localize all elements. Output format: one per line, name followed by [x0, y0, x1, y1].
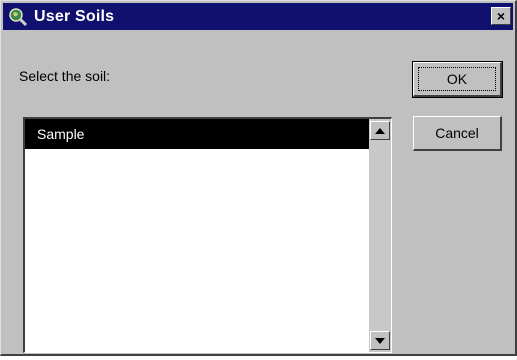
close-icon: × [496, 8, 506, 24]
title-bar[interactable]: User Soils × [3, 3, 513, 30]
arrow-up-icon [375, 127, 385, 134]
list-item[interactable]: Sample [25, 119, 369, 149]
globe-magnifier-icon [8, 7, 28, 27]
vertical-scrollbar[interactable] [369, 119, 391, 352]
focus-rect [418, 67, 496, 91]
soil-listbox[interactable]: Sample [23, 117, 392, 353]
soil-prompt-label: Select the soil: [19, 68, 111, 84]
scroll-down-button[interactable] [370, 331, 390, 350]
cancel-button[interactable]: Cancel [413, 116, 502, 151]
scroll-up-button[interactable] [370, 121, 390, 140]
window-title: User Soils [34, 7, 115, 25]
arrow-down-icon [375, 337, 385, 344]
close-button[interactable]: × [491, 7, 511, 25]
soil-list-items: Sample [25, 119, 369, 352]
user-soils-dialog: User Soils × Select the soil: Sample OK [0, 0, 517, 356]
ok-button[interactable]: OK [412, 61, 503, 98]
cancel-button-label: Cancel [435, 125, 479, 141]
